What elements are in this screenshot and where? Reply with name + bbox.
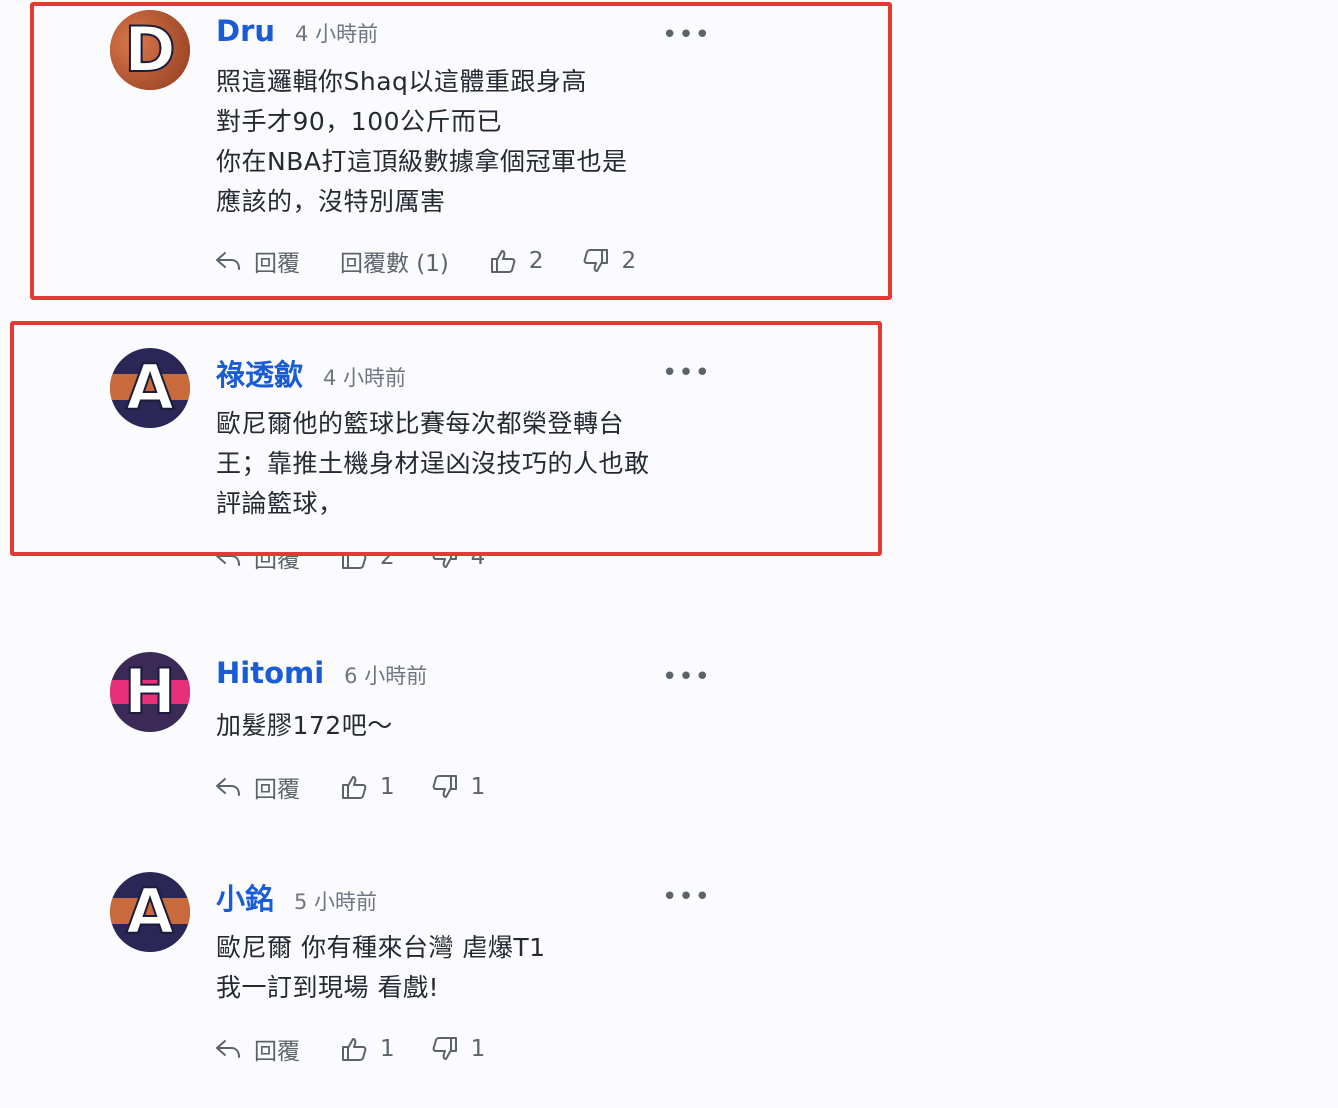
more-dots-icon[interactable]: ••• [662,360,711,386]
reply-label: 回覆 [254,556,300,573]
username[interactable]: Dru [216,14,275,48]
timestamp: 6 小時前 [344,664,428,688]
comment-line: 對手才90，100公斤而已 [216,107,503,136]
comment-text: 照這邏輯你Shaq以這體重跟身高 對手才90，100公斤而已 你在NBA打這頂級… [216,62,627,222]
avatar-letter: A [125,351,175,424]
username[interactable]: 祿透歙 [216,352,303,394]
comment-line: 你在NBA打這頂級數據拿個冠軍也是 [216,147,628,176]
dislike-button[interactable]: 4 [431,556,486,570]
dislike-button[interactable]: 1 [431,774,486,800]
comment-actions-clipped: 回覆 2 4 [0,556,760,574]
dislike-button[interactable]: 2 [582,248,637,274]
reply-icon [216,1040,240,1058]
more-dots-icon[interactable]: ••• [662,22,711,48]
like-button[interactable]: 1 [340,774,395,800]
dislike-count: 1 [470,1036,486,1062]
avatar[interactable]: H [110,652,190,732]
avatar-letter: H [123,655,177,728]
thumbs-down-icon [432,1037,457,1060]
like-button[interactable]: 2 [489,248,544,274]
comment-text: 歐尼爾 你有種來台灣 虐爆T1 我一訂到現場 看戲! [216,928,546,1008]
more-dots-icon[interactable]: ••• [662,664,711,690]
like-count: 1 [380,1036,395,1062]
reply-button[interactable]: 回覆 [214,244,300,278]
thumbs-down-icon [583,249,608,272]
reply-button[interactable]: 回覆 [214,1032,300,1066]
reply-label: 回覆 [254,1039,300,1065]
reply-label: 回覆 [254,251,300,277]
timestamp: 5 小時前 [294,890,378,914]
comment-line: 歐尼爾 你有種來台灣 虐爆T1 [216,933,546,962]
dislike-count: 2 [621,248,637,274]
reply-button[interactable]: 回覆 [214,556,300,574]
thumbs-up-icon [342,1038,367,1061]
username[interactable]: 小銘 [216,876,274,918]
timestamp: 4 小時前 [295,22,379,46]
comment-line: 王；靠推土機身材逞凶沒技巧的人也敢 [216,449,650,478]
thumbs-up-icon [342,556,367,569]
comment-line: 照這邏輯你Shaq以這體重跟身高 [216,67,587,96]
comment-line: 加髮膠172吧～ [216,711,393,740]
reply-icon [216,778,240,796]
reply-button[interactable]: 回覆 [214,770,300,804]
reply-icon [216,556,240,566]
comment-header: Dru 4 小時前 [216,14,378,48]
reply-count-label: 回覆數 (1) [340,251,449,277]
reply-count-button[interactable]: 回覆數 (1) [340,244,449,278]
comment-line: 我一訂到現場 看戲! [216,973,439,1002]
like-count: 2 [528,248,544,274]
comment-text: 加髮膠172吧～ [216,706,393,746]
reply-label: 回覆 [254,777,300,803]
comment-header: 祿透歙 4 小時前 [216,352,406,394]
like-count: 2 [380,556,395,570]
dislike-count: 1 [470,774,486,800]
avatar[interactable]: A [110,872,190,952]
avatar-letter: D [123,13,176,86]
dislike-button[interactable]: 1 [431,1036,486,1062]
comment-header: 小銘 5 小時前 [216,876,377,918]
like-button[interactable]: 2 [340,556,395,570]
comment-actions: 回覆 回覆數 (1) 2 2 [214,244,636,278]
comment-actions: 回覆 1 1 [214,1032,485,1066]
comment-actions: 回覆 2 4 [214,556,485,574]
timestamp: 4 小時前 [323,366,407,390]
thumbs-down-icon [432,556,457,568]
comment-actions: 回覆 1 1 [214,770,485,804]
comment-line: 評論籃球， [216,489,344,518]
reply-icon [216,252,240,270]
comment-line: 歐尼爾他的籃球比賽每次都榮登轉台 [216,409,625,438]
thumbs-up-icon [490,250,516,273]
like-button[interactable]: 1 [340,1036,395,1062]
thumbs-up-icon [342,776,367,799]
dislike-count: 4 [470,556,486,570]
avatar-letter: A [125,875,175,948]
more-dots-icon[interactable]: ••• [662,884,711,910]
comment-text: 歐尼爾他的籃球比賽每次都榮登轉台 王；靠推土機身材逞凶沒技巧的人也敢 評論籃球， [216,404,650,524]
like-count: 1 [380,774,395,800]
comment-header: Hitomi 6 小時前 [216,656,427,690]
comment-line: 應該的，沒特別厲害 [216,187,446,216]
avatar[interactable]: A [110,348,190,428]
thumbs-down-icon [432,775,457,798]
username[interactable]: Hitomi [216,656,324,690]
avatar[interactable]: D [110,10,190,90]
